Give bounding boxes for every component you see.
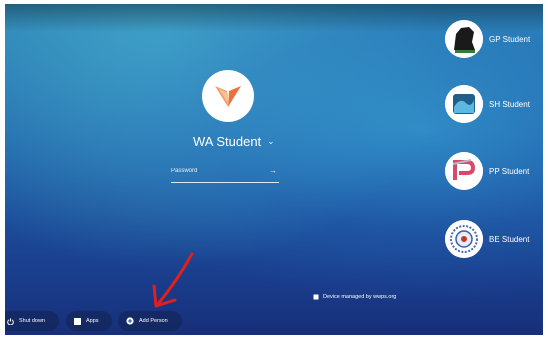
building-icon [313,294,319,300]
device-managed-note: Device managed by wwps.org [313,294,396,300]
user-pod-be[interactable]: BE Student [445,218,543,260]
password-input[interactable] [171,164,261,178]
password-field[interactable]: → [171,164,279,183]
submit-arrow-icon[interactable]: → [269,166,277,175]
add-person-button[interactable]: Add Person [118,311,182,331]
power-icon [7,317,14,325]
pp-avatar-icon [445,152,483,190]
main-user-name-selector[interactable]: WA Student ⌄ [193,132,275,150]
user-pod-pp[interactable]: PP Student [445,150,543,192]
main-user-avatar[interactable] [202,70,254,122]
add-person-icon [126,317,134,325]
apps-button[interactable]: Apps [66,311,112,331]
user-pod-sh[interactable]: SH Student [445,83,543,125]
user-pod-name: BE Student [489,234,530,244]
device-managed-text: Device managed by wwps.org [323,294,397,300]
butterfly-logo-icon [215,86,241,107]
main-user-name: WA Student [193,133,262,149]
apps-label: Apps [86,318,99,324]
user-pod-name: SH Student [489,99,530,109]
add-person-label: Add Person [139,318,168,324]
seal-avatar-icon [445,220,483,258]
user-pod-gp[interactable]: GP Student [445,18,543,60]
shutdown-button[interactable]: Shut down [5,311,59,331]
user-pod-name: GP Student [489,34,531,44]
apps-grid-icon [74,317,81,325]
user-pod-name: PP Student [489,166,530,176]
shutdown-label: Shut down [19,318,45,324]
chevron-down-icon[interactable]: ⌄ [267,136,275,147]
wave-avatar-icon [445,85,483,123]
panther-avatar-icon [445,20,483,58]
login-screen: WA Student ⌄ → GP Student SH Student PP … [5,4,543,335]
